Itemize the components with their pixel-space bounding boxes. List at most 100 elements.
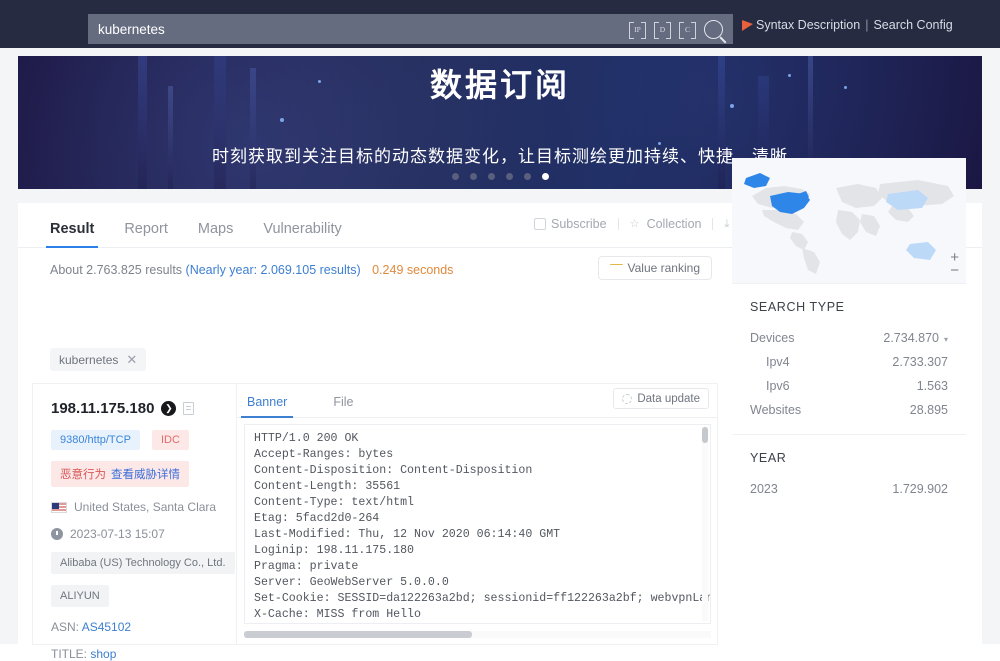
org-tag[interactable]: Alibaba (US) Technology Co., Ltd. [51, 552, 235, 574]
title-label: TITLE: [51, 647, 88, 661]
scrollbar-thumb[interactable] [702, 427, 708, 443]
year-section: YEAR 2023 1.729.902 [732, 434, 966, 513]
asn-label: ASN: [51, 620, 80, 634]
value-ranking-label: Value ranking [627, 261, 701, 275]
title-value[interactable]: shop [90, 647, 116, 661]
filter-label: Devices [750, 331, 795, 345]
threat-label: 恶意行为 [60, 469, 106, 481]
threat-detail-link[interactable]: 查看威胁详情 [111, 466, 180, 482]
asn-value[interactable]: AS45102 [82, 620, 131, 634]
filter-row-ipv4[interactable]: Ipv4 2.733.307 [750, 350, 948, 374]
data-update-button[interactable]: Data update [613, 388, 709, 409]
banner-text: HTTP/1.0 200 OK Accept-Ranges: bytes Con… [254, 432, 710, 621]
carousel-dot[interactable] [505, 173, 513, 180]
tab-maps[interactable]: Maps [198, 221, 233, 247]
page-body: 数据订阅 时刻获取到关注目标的动态数据变化，让目标测绘更加持续、快捷、清晰 Re… [0, 48, 1000, 661]
refresh-icon [622, 393, 633, 404]
filter-label: Websites [750, 403, 802, 417]
link-separator: | [865, 18, 869, 32]
filter-count: 2.733.307 [892, 355, 948, 369]
result-time-row: 2023-07-13 15:07 [51, 527, 236, 541]
idc-tag[interactable]: IDC [151, 430, 189, 450]
chevron-down-icon[interactable]: ▾ [944, 335, 948, 344]
filter-label: Ipv4 [766, 355, 790, 369]
tab-banner[interactable]: Banner [240, 395, 294, 418]
syntax-links: Syntax Description | Search Config [742, 18, 953, 32]
results-nearly-year: (Nearly year: 2.069.105 results) [185, 263, 361, 277]
top-header-bar: IP D C Syntax Description | Search Confi… [0, 0, 1000, 48]
us-flag-icon [51, 501, 67, 513]
world-map-widget[interactable]: + − [732, 158, 966, 283]
results-meta: About 2.763.825 results (Nearly year: 2.… [50, 263, 453, 277]
filter-row-websites[interactable]: Websites 28.895 [750, 398, 948, 422]
world-map-svg [732, 158, 966, 283]
filter-row-devices[interactable]: Devices 2.734.870 ▾ [750, 326, 948, 350]
copy-icon[interactable] [183, 402, 195, 415]
carousel-dot-active[interactable] [541, 173, 549, 180]
tab-result[interactable]: Result [45, 221, 99, 248]
banner-vertical-scrollbar[interactable] [702, 427, 708, 621]
result-tag-row: 9380/http/TCP IDC [51, 430, 236, 450]
filter-row-ipv6[interactable]: Ipv6 1.563 [750, 374, 948, 398]
carousel-dot[interactable] [487, 173, 495, 180]
zoom-out-icon[interactable]: − [950, 263, 959, 278]
chevron-right-icon[interactable]: ❯ [161, 401, 177, 416]
banner-title: 数据订阅 [429, 67, 570, 103]
funnel-icon [610, 264, 622, 273]
tab-file[interactable]: File [333, 395, 353, 417]
search-config-link[interactable]: Search Config [873, 18, 952, 32]
domain-search-icon[interactable]: D [654, 21, 671, 39]
results-count: About 2.763.825 results [50, 263, 183, 277]
subscribe-button[interactable]: Subscribe [523, 217, 618, 231]
close-icon[interactable]: ✕ [126, 352, 137, 368]
syntax-description-link[interactable]: Syntax Description [756, 18, 860, 32]
result-details-pane: 198.11.175.180 ❯ 9380/http/TCP IDC 恶意行为 … [33, 384, 236, 661]
carousel-dot[interactable] [451, 173, 459, 180]
collection-label: Collection [646, 217, 702, 231]
filter-label: Ipv6 [766, 379, 790, 393]
search-icon-group: IP D C [629, 19, 733, 39]
year-title: YEAR [750, 451, 787, 465]
filter-sidebar: + − SEARCH TYPE Devices 2.734.870 ▾ Ipv4 … [732, 158, 966, 644]
star-icon: ☆ [629, 218, 640, 230]
threat-tag[interactable]: 恶意行为 查看威胁详情 [51, 461, 189, 487]
tab-vulnerability[interactable]: Vulnerability [263, 221, 341, 247]
data-update-label: Data update [637, 392, 700, 405]
subscribe-label: Subscribe [550, 217, 607, 231]
carousel-dot[interactable] [523, 173, 531, 180]
filter-count: 2.734.870 [883, 331, 939, 345]
carousel-dot[interactable] [469, 173, 477, 180]
query-chip-label: kubernetes [59, 352, 119, 367]
filter-value: 2.734.870 ▾ [883, 331, 948, 345]
result-location: United States, Santa Clara [74, 500, 217, 514]
asn-row: ASN: AS45102 [51, 620, 236, 634]
result-item: 198.11.175.180 ❯ 9380/http/TCP IDC 恶意行为 … [32, 383, 718, 661]
map-zoom-controls[interactable]: + − [950, 250, 959, 278]
collection-button[interactable]: ☆ Collection [619, 217, 713, 231]
banner-content-box: HTTP/1.0 200 OK Accept-Ranges: bytes Con… [244, 424, 711, 624]
scrollbar-thumb[interactable] [244, 631, 472, 638]
filter-count: 1.729.902 [892, 482, 948, 496]
search-input[interactable] [88, 14, 629, 44]
provider-tag[interactable]: ALIYUN [51, 585, 109, 607]
tab-report[interactable]: Report [124, 221, 168, 247]
subscribe-icon [533, 218, 546, 230]
filter-count: 28.895 [909, 403, 948, 417]
banner-horizontal-scrollbar[interactable] [244, 631, 711, 638]
result-banner-pane: Banner File Data update HTTP/1.0 200 OK … [236, 384, 717, 644]
filter-row-year-2023[interactable]: 2023 1.729.902 [750, 477, 948, 501]
search-bar[interactable]: IP D C [88, 14, 733, 44]
filter-label: 2023 [750, 482, 778, 496]
result-ip[interactable]: 198.11.175.180 [51, 400, 154, 417]
query-chip[interactable]: kubernetes ✕ [50, 348, 147, 371]
ip-search-icon[interactable]: IP [629, 21, 646, 39]
search-type-title: SEARCH TYPE [750, 300, 845, 314]
port-tag[interactable]: 9380/http/TCP [51, 430, 140, 450]
cert-search-icon[interactable]: C [679, 21, 696, 39]
value-ranking-button[interactable]: Value ranking [597, 256, 712, 280]
flag-icon [742, 19, 753, 31]
search-submit-icon[interactable] [704, 19, 723, 39]
search-type-section: SEARCH TYPE Devices 2.734.870 ▾ Ipv4 2.73… [732, 283, 966, 434]
result-timestamp: 2023-07-13 15:07 [70, 527, 165, 541]
title-row: TITLE: shop [51, 647, 236, 661]
